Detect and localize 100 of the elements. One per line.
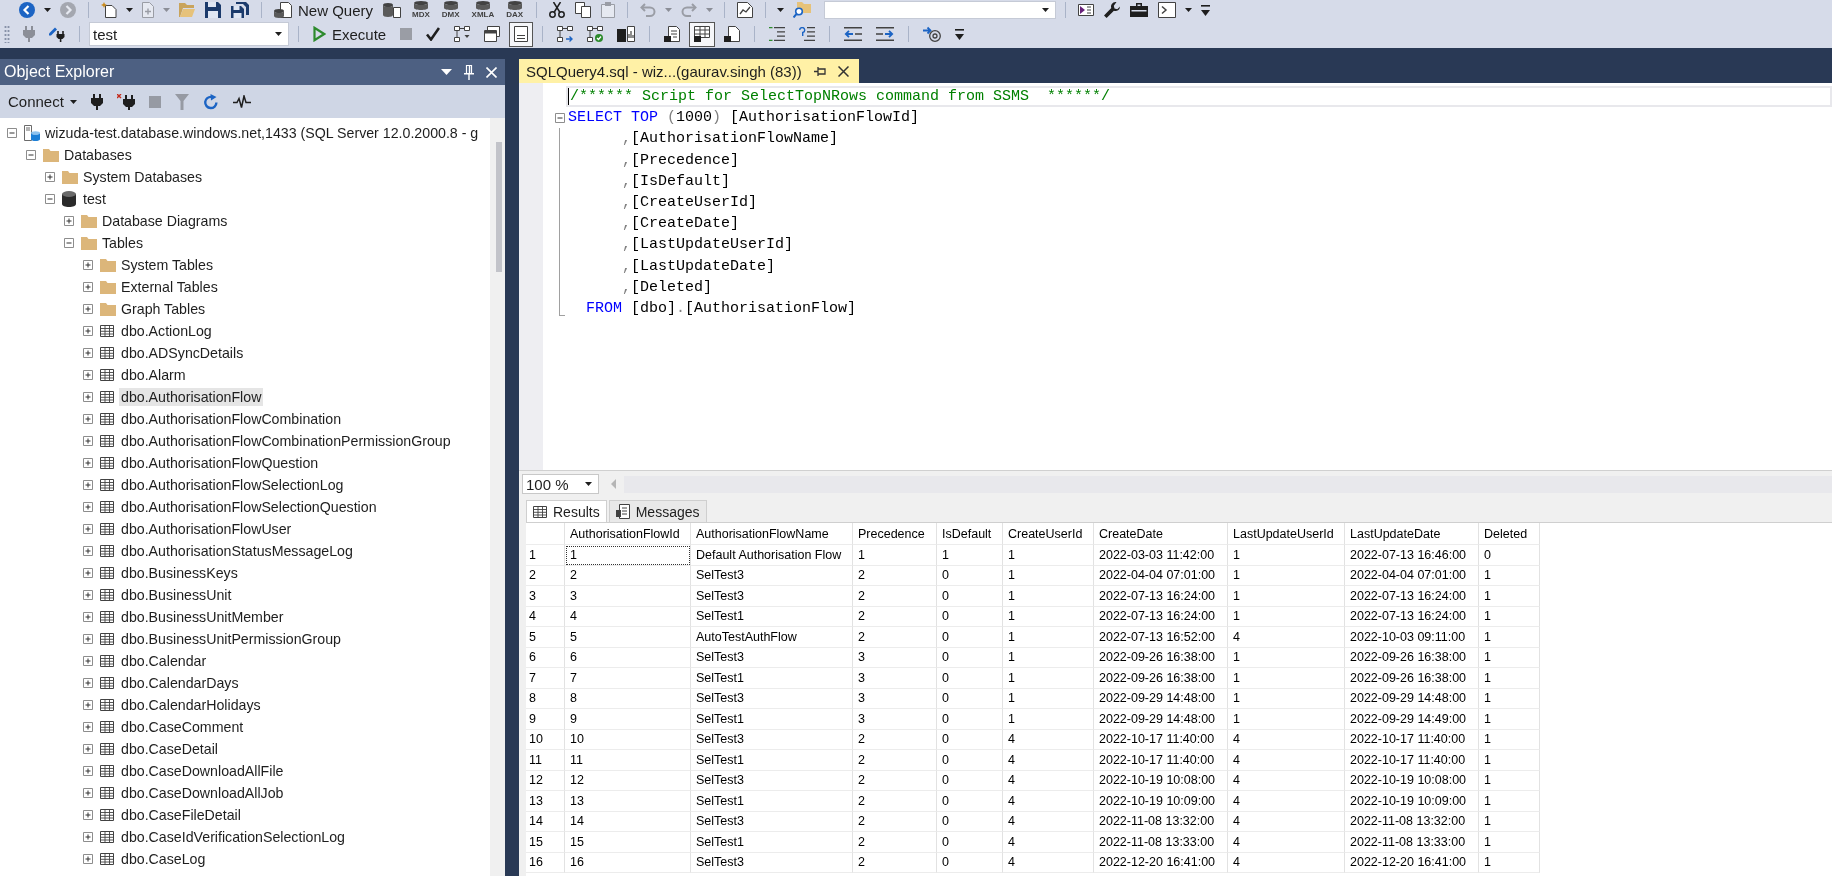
results-tab[interactable]: Results <box>526 500 607 522</box>
tree-item[interactable]: dbo.AuthorisationFlowCombinationPermissionGroup <box>119 432 453 450</box>
tree-item[interactable]: dbo.CaseDetail <box>119 740 220 758</box>
save-button[interactable] <box>202 0 224 20</box>
toolbar-grip-icon[interactable] <box>4 25 10 43</box>
column-header[interactable]: LastUpdateDate <box>1345 523 1479 545</box>
expand-icon[interactable] <box>83 546 93 556</box>
expand-icon[interactable] <box>83 656 93 666</box>
expand-icon[interactable] <box>83 436 93 446</box>
tree-item[interactable]: dbo.CaseLog <box>119 850 208 868</box>
intellisense-button[interactable] <box>509 21 534 47</box>
tree-item[interactable]: dbo.BusinessUnitMember <box>119 608 286 626</box>
tree-item[interactable]: dbo.CaseDownloadAllJob <box>119 784 286 802</box>
tree-item[interactable]: dbo.Alarm <box>119 366 188 384</box>
expand-icon[interactable] <box>83 304 93 314</box>
expand-icon[interactable] <box>83 326 93 336</box>
vertical-scrollbar[interactable] <box>490 118 505 876</box>
connect-menu-button[interactable]: Connect <box>5 89 80 114</box>
column-header[interactable]: CreateDate <box>1094 523 1228 545</box>
expand-icon[interactable] <box>64 216 74 226</box>
expand-icon[interactable] <box>83 810 93 820</box>
tree-item[interactable]: dbo.CaseFileDetail <box>119 806 243 824</box>
collapse-icon[interactable] <box>64 238 74 248</box>
column-header[interactable]: AuthorisationFlowName <box>691 523 853 545</box>
tree-item[interactable]: System Databases <box>81 168 205 186</box>
tree-item[interactable]: dbo.AuthorisationFlowSelectionLog <box>119 476 346 494</box>
tree-item[interactable]: dbo.ADSyncDetails <box>119 344 246 362</box>
expand-icon[interactable] <box>83 590 93 600</box>
expand-icon[interactable] <box>83 766 93 776</box>
tree-item[interactable]: dbo.AuthorisationFlowCombination <box>119 410 344 428</box>
tree-item[interactable]: dbo.BusinessKeys <box>119 564 240 582</box>
pin-icon[interactable] <box>813 65 826 77</box>
expand-icon[interactable] <box>83 744 93 754</box>
tree-item[interactable]: System Tables <box>119 256 215 274</box>
results-to-grid-button[interactable] <box>689 21 716 47</box>
tree-item[interactable]: External Tables <box>119 278 220 296</box>
expand-icon[interactable] <box>83 392 93 402</box>
expand-icon[interactable] <box>83 260 93 270</box>
column-header[interactable]: CreateUserId <box>1003 523 1094 545</box>
scrollbar-thumb[interactable] <box>496 142 502 272</box>
expand-icon[interactable] <box>45 172 55 182</box>
tree-item[interactable]: dbo.CalendarDays <box>119 674 241 692</box>
expand-icon[interactable] <box>83 370 93 380</box>
editor-tab[interactable]: SQLQuery4.sql - wiz...(gaurav.singh (83)) <box>519 59 859 83</box>
column-header[interactable]: Deleted <box>1479 523 1540 545</box>
expand-icon[interactable] <box>83 832 93 842</box>
column-header[interactable]: LastUpdateUserId <box>1228 523 1345 545</box>
close-icon[interactable] <box>837 65 849 77</box>
expand-icon[interactable] <box>83 634 93 644</box>
tree-item[interactable]: Databases <box>62 146 134 164</box>
results-tab[interactable]: Messages <box>608 500 707 522</box>
tree-item[interactable]: dbo.CaseComment <box>119 718 246 736</box>
tree-item[interactable]: dbo.CaseDownloadAllFile <box>119 762 286 780</box>
expand-icon[interactable] <box>83 678 93 688</box>
collapse-icon[interactable] <box>7 128 17 138</box>
zoom-combo[interactable]: 100 % <box>522 474 599 494</box>
expand-icon[interactable] <box>83 568 93 578</box>
query-button[interactable]: DMX <box>437 0 464 20</box>
tree-item[interactable]: dbo.BusinessUnit <box>119 586 234 604</box>
tree-item[interactable]: dbo.AuthorisationFlowUser <box>119 520 294 538</box>
combo-field[interactable]: test <box>89 22 289 46</box>
expand-icon[interactable] <box>83 502 93 512</box>
tree-item[interactable]: dbo.ActionLog <box>119 322 214 340</box>
pin-icon[interactable] <box>464 64 474 80</box>
tree-item[interactable]: Tables <box>100 234 145 252</box>
tree-item[interactable]: dbo.BusinessUnitPermissionGroup <box>119 630 343 648</box>
expand-icon[interactable] <box>83 524 93 534</box>
query-button[interactable]: XMLA <box>467 0 499 20</box>
expand-icon[interactable] <box>83 458 93 468</box>
tree-item[interactable]: dbo.AuthorisationFlow <box>119 388 264 406</box>
tree-item[interactable]: Graph Tables <box>119 300 208 318</box>
tree-item[interactable]: dbo.CalendarHolidays <box>119 696 263 714</box>
expand-icon[interactable] <box>83 612 93 622</box>
column-header[interactable]: AuthorisationFlowId <box>565 523 691 545</box>
collapse-icon[interactable] <box>555 112 565 123</box>
expand-icon[interactable] <box>83 480 93 490</box>
query-button[interactable]: DAX <box>502 0 528 20</box>
expand-icon[interactable] <box>83 700 93 710</box>
column-header[interactable]: IsDefault <box>937 523 1003 545</box>
expand-icon[interactable] <box>83 854 93 864</box>
tree-item[interactable]: test <box>81 190 108 208</box>
back-button[interactable] <box>16 0 38 20</box>
new-query-button[interactable]: New Query <box>271 0 377 20</box>
expand-icon[interactable] <box>83 414 93 424</box>
collapse-icon[interactable] <box>26 150 36 160</box>
tree-item[interactable]: wizuda-test.database.windows.net,1433 (SQL Server 12.0.2000.8 - g <box>43 124 481 142</box>
tree-item[interactable]: dbo.CaseIdVerificationSelectionLog <box>119 828 347 846</box>
collapse-icon[interactable] <box>45 194 55 204</box>
dropdown-icon[interactable] <box>441 69 452 75</box>
expand-icon[interactable] <box>83 788 93 798</box>
tree-item[interactable]: dbo.AuthorisationFlowSelectionQuestion <box>119 498 379 516</box>
execute-button[interactable]: Execute <box>308 21 392 47</box>
save-all-button[interactable] <box>228 0 252 20</box>
tree-item[interactable]: dbo.AuthorisationFlowQuestion <box>119 454 321 472</box>
tree-item[interactable]: dbo.Calendar <box>119 652 209 670</box>
combo-field[interactable] <box>824 1 1057 19</box>
expand-icon[interactable] <box>83 722 93 732</box>
tree-item[interactable]: Database Diagrams <box>100 212 230 230</box>
query-button[interactable]: MDX <box>408 0 434 20</box>
expand-icon[interactable] <box>83 348 93 358</box>
